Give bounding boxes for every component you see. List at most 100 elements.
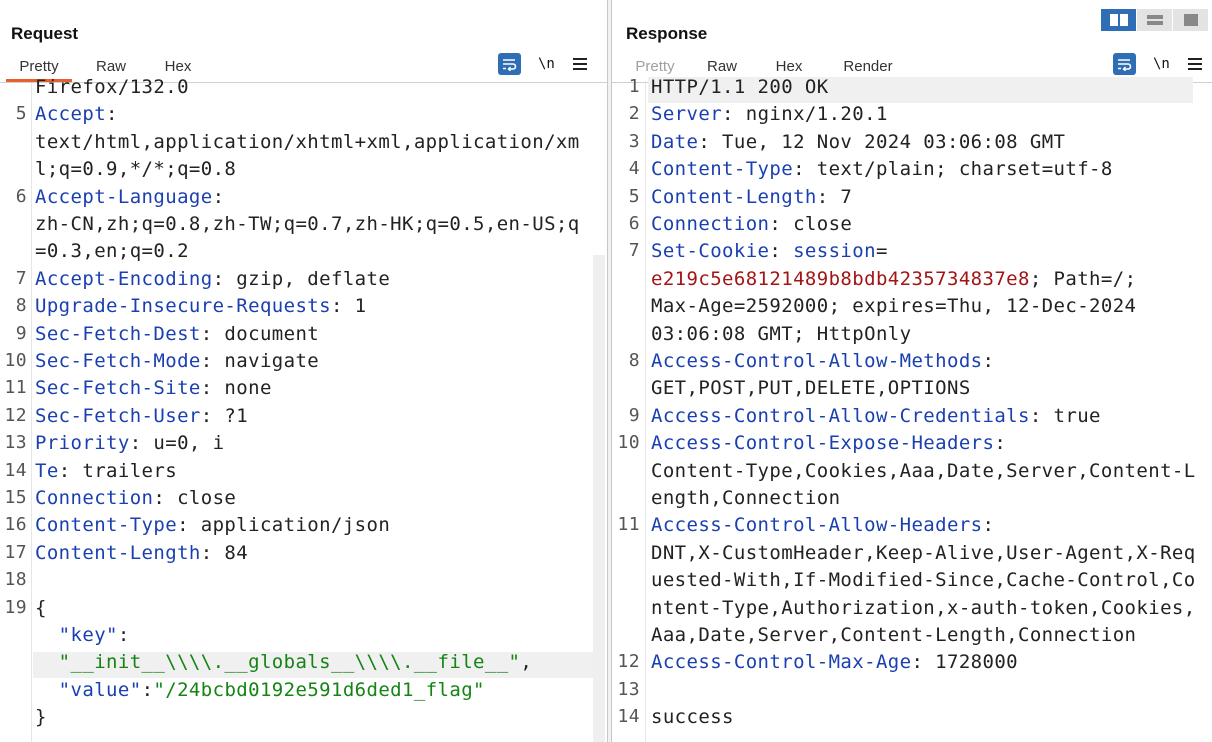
request-title: Request	[11, 24, 79, 43]
code-text: : text/plain; charset=utf-8	[793, 158, 1113, 181]
header-key: Upgrade-Insecure-Requests	[35, 295, 331, 318]
request-toolbar: \n	[498, 53, 587, 75]
code-text: : 7	[816, 185, 853, 208]
line-number: 12	[4, 404, 27, 426]
line-number: 9	[628, 404, 640, 426]
split-vertical-icon[interactable]	[1137, 9, 1172, 31]
show-newlines-button[interactable]: \n	[538, 56, 556, 72]
header-key: Set-Cookie	[651, 240, 770, 263]
code-line: Content-Type: text/plain; charset=utf-8	[651, 158, 1113, 180]
code-text: zh-CN,zh;q=0.8,zh-TW;q=0.7,zh-HK;q=0.5,e…	[35, 213, 580, 235]
code-line: Accept-Encoding: gzip, deflate	[35, 268, 390, 290]
header-key: Sec-Fetch-Dest	[35, 322, 201, 345]
word-wrap-icon[interactable]	[1113, 53, 1136, 75]
code-line: Connection: close	[35, 487, 236, 509]
line-number: 14	[617, 706, 640, 728]
header-key: Access-Control-Allow-Methods	[651, 350, 983, 372]
line-number: 17	[4, 541, 27, 563]
code-line: l;q=0.9,*/*;q=0.8	[35, 158, 236, 180]
hamburger-menu-icon[interactable]	[573, 58, 587, 70]
code-line: Access-Control-Allow-Headers:	[651, 514, 994, 536]
line-number: 3	[628, 130, 640, 152]
code-text: =0.3,en;q=0.2	[35, 240, 189, 263]
header-key: Sec-Fetch-Mode	[35, 350, 201, 372]
code-text: : u=0, i	[129, 432, 225, 455]
code-line: "key":	[35, 624, 130, 646]
header-key: Priority	[35, 432, 130, 455]
line-number: 13	[617, 678, 640, 700]
code-line: Accept-Language:	[35, 186, 224, 208]
line-number: 5	[628, 185, 640, 207]
code-line: Connection: close	[651, 213, 852, 235]
line-number: 1	[628, 76, 640, 97]
header-key: Connection	[35, 487, 154, 509]
header-key: Te	[35, 459, 59, 482]
json-string: "__init__\\\\.__globals__\\\\.__file__"	[35, 651, 521, 674]
code-line: Date: Tue, 12 Nov 2024 03:06:08 GMT	[651, 131, 1065, 153]
header-key: Accept	[35, 103, 107, 126]
code-text: : close	[769, 213, 853, 235]
code-line: Access-Control-Max-Age: 1728000	[651, 651, 1018, 673]
line-number: 6	[628, 213, 640, 234]
code-line: Content-Type,Cookies,Aaa,Date,Server,Con…	[651, 460, 1196, 482]
line-number: 19	[4, 596, 27, 618]
single-pane-icon[interactable]	[1173, 9, 1208, 31]
code-line: Server: nginx/1.20.1	[651, 103, 888, 125]
code-line: Aaa,Date,Server,Content-Length,Connectio…	[651, 624, 1136, 646]
code-text: ,	[520, 651, 533, 674]
code-text: HTTP/1.1 200 OK	[651, 76, 829, 98]
line-number: 5	[15, 103, 27, 125]
gutter-divider	[645, 83, 646, 742]
code-line: Upgrade-Insecure-Requests: 1	[35, 295, 367, 317]
line-number: 2	[628, 103, 640, 125]
header-key: Date	[651, 130, 699, 153]
header-key: Server	[651, 103, 723, 126]
header-key: Access-Control-Allow-Headers	[651, 514, 983, 537]
code-line: Max-Age=2592000; expires=Thu, 12-Dec-202…	[651, 295, 1136, 317]
code-text: :	[117, 624, 130, 646]
code-line: e219c5e68121489b8bdb4235734837e8; Path=/…	[651, 268, 1136, 290]
header-key: Access-Control-Expose-Headers	[651, 432, 995, 455]
code-text: : document	[200, 322, 320, 345]
code-text: :	[994, 432, 1007, 455]
line-number: 14	[4, 459, 27, 481]
code-text: :	[769, 240, 794, 263]
code-line: {	[35, 597, 47, 619]
split-horizontal-icon[interactable]	[1101, 9, 1136, 31]
code-text: : none	[200, 377, 272, 400]
line-number: 7	[628, 240, 640, 262]
response-pane: Response Pretty Raw Hex Render \n 1 HTTP/…	[611, 0, 1212, 742]
request-scrollbar[interactable]	[593, 255, 605, 742]
code-line: Te: trailers	[35, 460, 177, 482]
code-text: =	[875, 240, 888, 263]
code-line: HTTP/1.1 200 OK	[651, 76, 829, 98]
code-text: : application/json	[177, 514, 391, 537]
code-text: :	[982, 514, 995, 537]
code-text: :	[106, 103, 118, 126]
code-line: Access-Control-Allow-Credentials: true	[651, 405, 1101, 427]
code-line: DNT,X-CustomHeader,Keep-Alive,User-Agent…	[651, 542, 1196, 564]
code-line: Access-Control-Expose-Headers:	[651, 432, 1006, 454]
response-toolbar: \n	[1113, 53, 1202, 75]
code-text: success	[651, 706, 734, 729]
code-text: GET,POST,PUT,DELETE,OPTIONS	[651, 377, 971, 400]
code-line: "__init__\\\\.__globals__\\\\.__file__",	[35, 651, 532, 673]
code-line: ntent-Type,Authorization,x-auth-token,Co…	[651, 597, 1196, 619]
code-text: : trailers	[58, 459, 178, 482]
code-line: Set-Cookie: session=	[651, 240, 888, 262]
code-text: : 1728000	[911, 651, 1019, 674]
request-pane: Request Pretty Raw Hex \n Firefox/132.0 5…	[0, 0, 608, 742]
header-key: "key"	[35, 624, 118, 646]
header-key: session	[793, 240, 876, 263]
show-newlines-button[interactable]: \n	[1153, 56, 1171, 72]
code-text: Aaa,Date,Server,Content-Length,Connectio…	[651, 624, 1137, 646]
word-wrap-icon[interactable]	[498, 53, 521, 75]
code-text: : navigate	[200, 350, 320, 372]
line-number: 11	[4, 377, 27, 399]
code-text: DNT,X-CustomHeader,Keep-Alive,User-Agent…	[651, 541, 1196, 564]
header-key: Content-Length	[35, 541, 201, 564]
header-key: Sec-Fetch-Site	[35, 377, 201, 400]
hamburger-menu-icon[interactable]	[1188, 58, 1202, 70]
code-line: Content-Length: 7	[651, 186, 852, 208]
code-text: : nginx/1.20.1	[722, 103, 888, 126]
